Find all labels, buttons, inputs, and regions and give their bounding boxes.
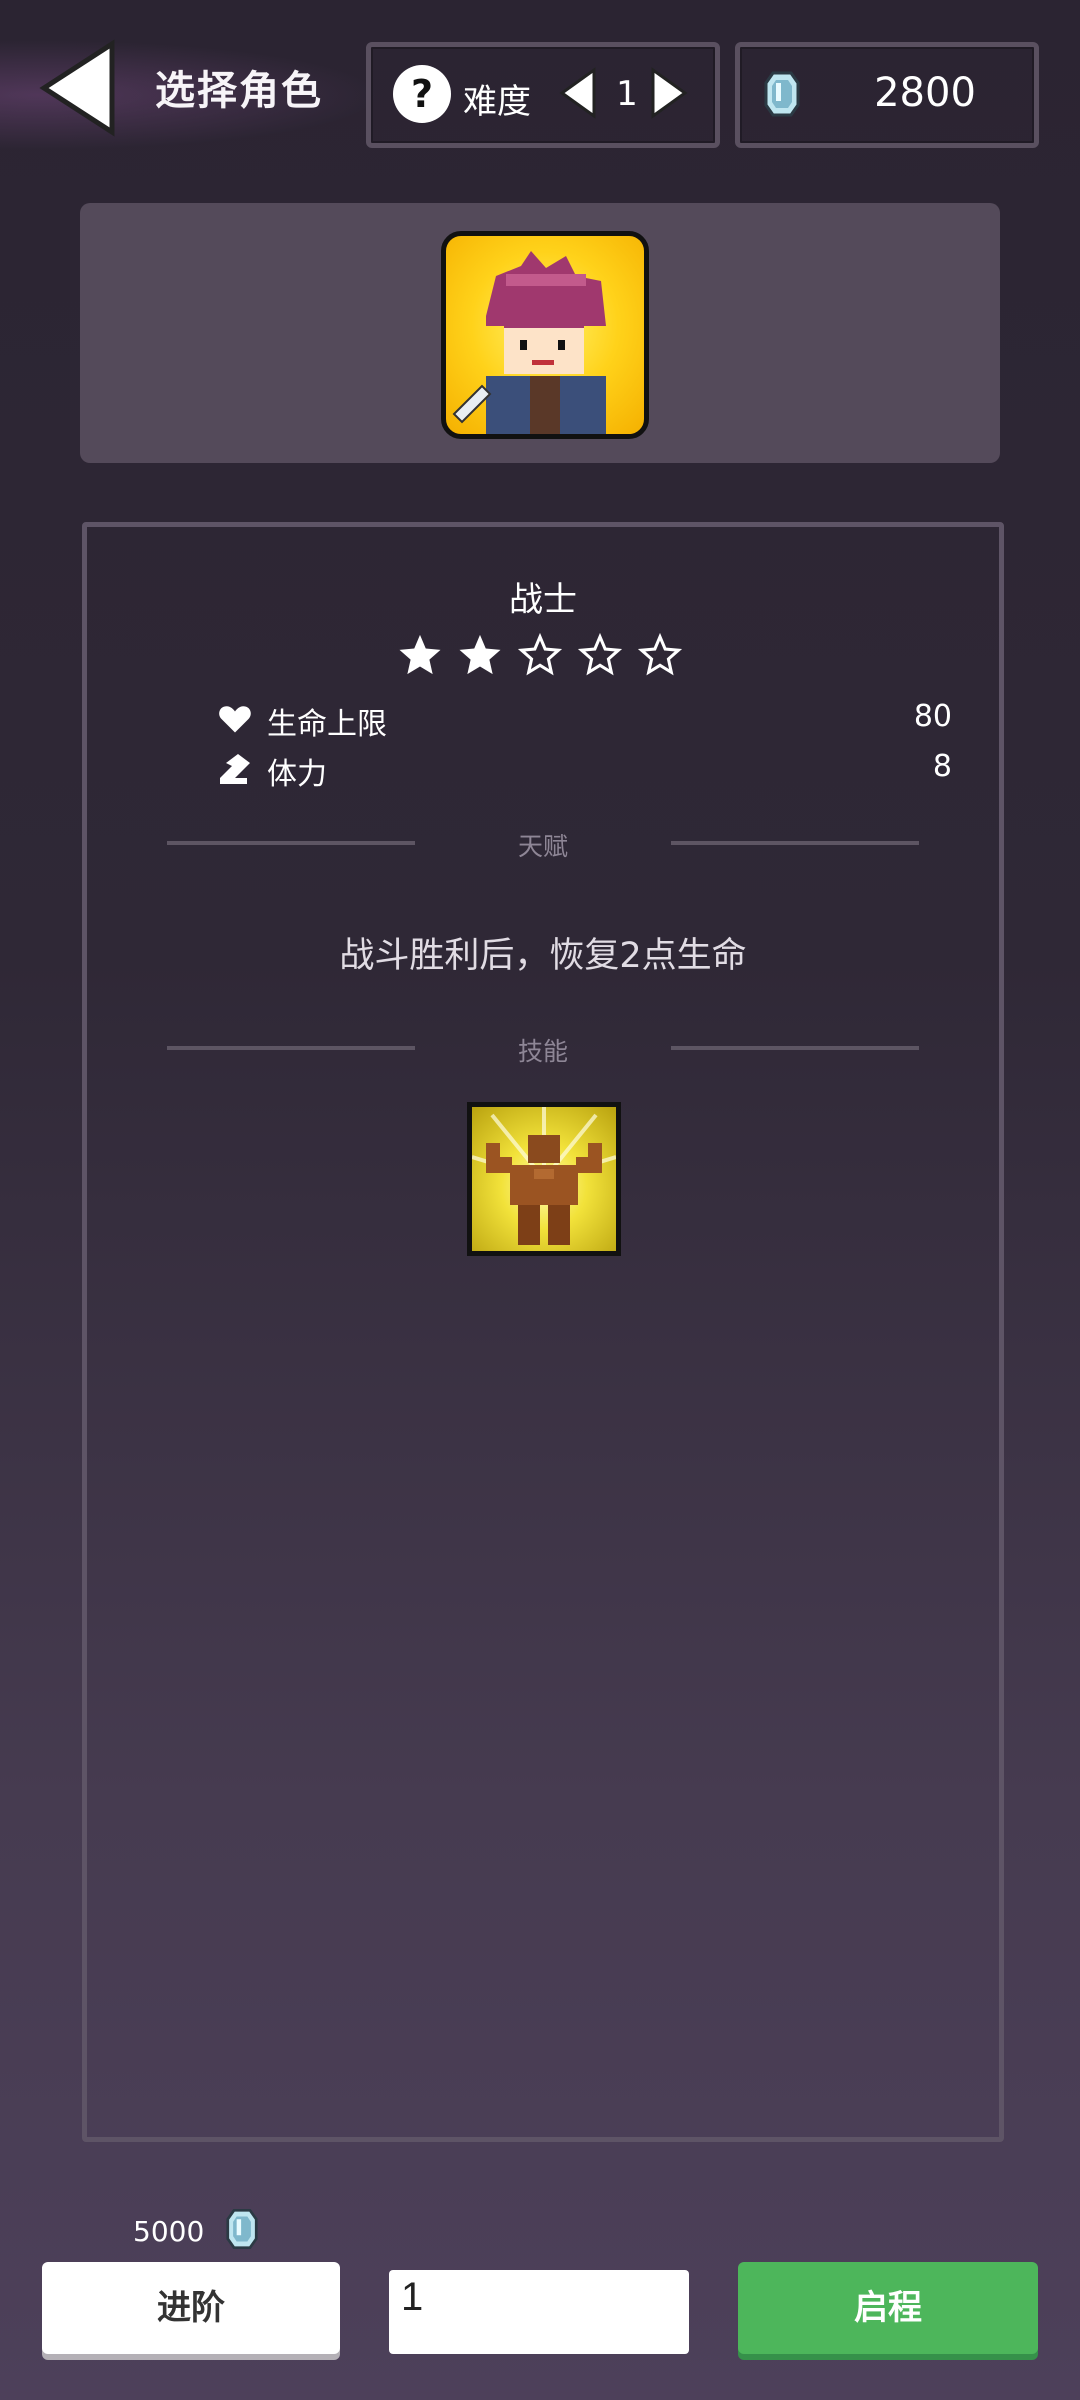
advance-button[interactable]: 进阶 <box>42 2262 340 2354</box>
character-detail-panel: 战士 生命上限 80 体力 8 天赋 战斗胜利后，恢复2点生命 技能 <box>82 522 1004 2142</box>
stat-label: 生命上限 <box>267 707 387 742</box>
star-rating <box>397 632 697 682</box>
diamond-gem-icon <box>226 2209 258 2249</box>
difficulty-selector: ? 难度 1 <box>366 42 720 148</box>
flexing-statue-skill-icon[interactable] <box>467 1102 621 1256</box>
star-empty-icon <box>577 632 623 676</box>
stat-value: 80 <box>913 699 952 734</box>
star-empty-icon <box>637 632 683 676</box>
character-name: 战士 <box>509 580 577 620</box>
difficulty-increase-arrow-icon[interactable] <box>649 67 689 119</box>
skills-divider: 技能 <box>167 1032 919 1066</box>
skills-heading: 技能 <box>517 1037 568 1066</box>
stat-value: 8 <box>932 749 952 784</box>
back-arrow-icon[interactable] <box>36 38 126 138</box>
gems-counter: 2800 <box>735 42 1039 148</box>
star-filled-icon <box>459 634 501 675</box>
gems-value: 2800 <box>874 70 976 116</box>
talent-heading: 天赋 <box>517 832 568 861</box>
talent-description: 战斗胜利后，恢复2点生命 <box>339 936 747 976</box>
stat-label: 体力 <box>267 757 327 792</box>
start-journey-button[interactable]: 启程 <box>738 2262 1038 2354</box>
talent-divider: 天赋 <box>167 827 919 861</box>
difficulty-decrease-arrow-icon[interactable] <box>558 67 598 119</box>
star-empty-icon <box>517 632 563 676</box>
diamond-gem-icon <box>764 71 800 117</box>
character-portrait-panel <box>80 203 1000 463</box>
difficulty-label: 难度 <box>463 82 531 122</box>
heart-icon <box>219 706 251 733</box>
stat-row-stamina: 体力 8 <box>217 749 952 792</box>
advance-cost-value: 5000 <box>133 2215 205 2248</box>
stat-row-max-hp: 生命上限 80 <box>217 699 952 742</box>
quantity-input[interactable] <box>389 2270 689 2354</box>
page-title: 选择角色 <box>155 68 323 114</box>
boot-icon <box>220 754 250 784</box>
help-question-icon[interactable]: ? <box>393 65 451 123</box>
warrior-portrait-icon[interactable] <box>441 231 649 439</box>
difficulty-value: 1 <box>616 74 638 114</box>
star-filled-icon <box>399 634 441 675</box>
